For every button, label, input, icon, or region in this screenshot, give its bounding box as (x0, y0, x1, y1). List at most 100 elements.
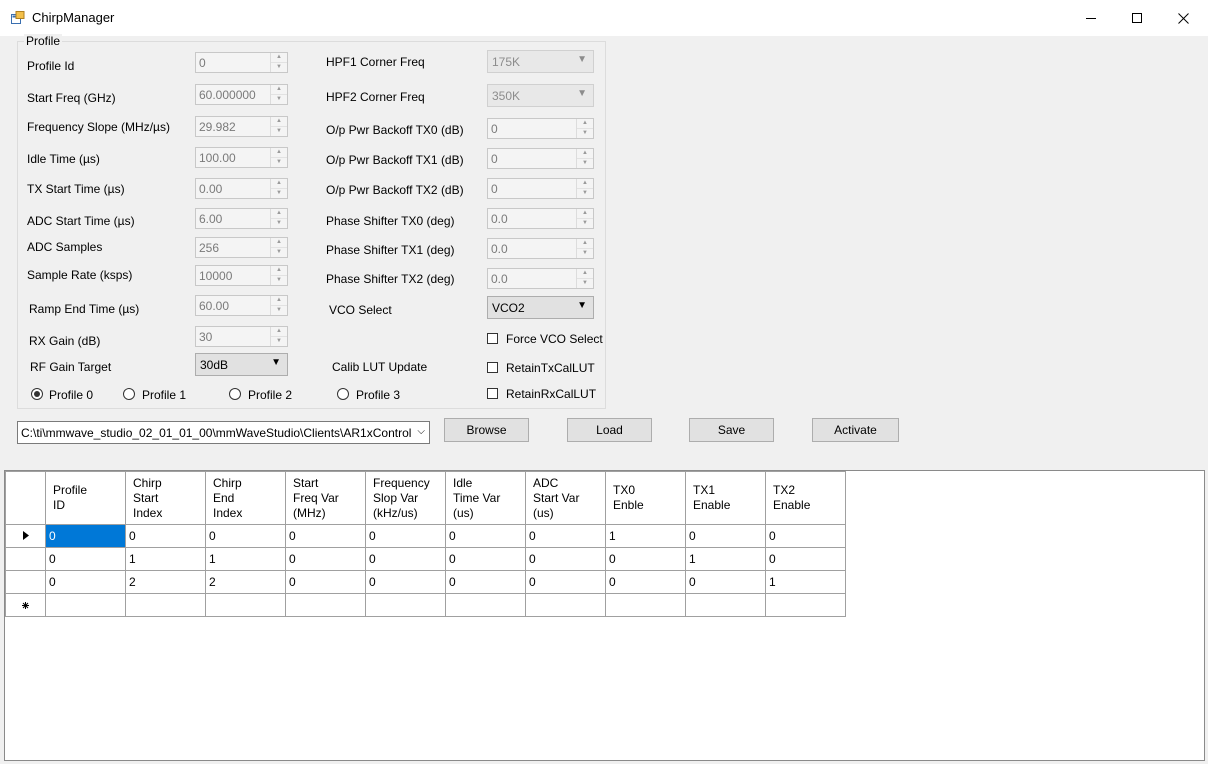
spin-buttons[interactable]: ▲ ▼ (270, 327, 287, 346)
maximize-button[interactable] (1114, 0, 1160, 36)
spin-buttons[interactable]: ▲ ▼ (270, 53, 287, 72)
table-cell[interactable]: 0 (365, 570, 446, 594)
spin-buttons[interactable]: ▲ ▼ (576, 149, 593, 168)
table-cell[interactable]: 1 (125, 547, 206, 571)
table-cell[interactable] (685, 593, 766, 617)
spin-buttons[interactable]: ▲ ▼ (576, 209, 593, 228)
spin-buttons[interactable]: ▲ ▼ (270, 266, 287, 285)
column-header[interactable]: TX1 Enable (685, 471, 766, 525)
spin-buttons[interactable]: ▲ ▼ (270, 209, 287, 228)
table-cell[interactable]: 0 (365, 547, 446, 571)
row-header-corner[interactable] (5, 471, 46, 525)
row-header[interactable] (5, 570, 46, 594)
table-cell[interactable] (605, 593, 686, 617)
save-button[interactable]: Save (689, 418, 774, 442)
minimize-button[interactable] (1068, 0, 1114, 36)
table-cell[interactable]: 0 (445, 547, 526, 571)
table-cell[interactable]: 0 (605, 570, 686, 594)
column-header[interactable]: Chirp End Index (205, 471, 286, 525)
table-cell[interactable]: 2 (125, 570, 206, 594)
rf-gain-target-select[interactable]: 30dB ▼ (195, 353, 288, 376)
column-header[interactable]: Start Freq Var (MHz) (285, 471, 366, 525)
table-cell[interactable]: 0 (45, 524, 126, 548)
hpf2-select[interactable]: 350K ▼ (487, 84, 594, 107)
table-row[interactable]: 0 0 0 0 0 0 0 1 0 0 (5, 524, 846, 548)
profile-1-radio[interactable] (123, 388, 135, 400)
table-cell[interactable]: 0 (765, 547, 846, 571)
table-cell[interactable]: 0 (125, 524, 206, 548)
spin-buttons[interactable]: ▲ ▼ (270, 148, 287, 167)
profile-2-radio[interactable] (229, 388, 241, 400)
table-cell[interactable] (125, 593, 206, 617)
column-header[interactable]: Profile ID (45, 471, 126, 525)
spin-buttons[interactable]: ▲ ▼ (270, 179, 287, 198)
vco-select[interactable]: VCO2 ▼ (487, 296, 594, 319)
table-cell[interactable]: 0 (765, 524, 846, 548)
table-cell[interactable]: 0 (205, 524, 286, 548)
table-cell[interactable]: 0 (445, 570, 526, 594)
table-cell[interactable] (445, 593, 526, 617)
sample-rate-input[interactable]: 10000 ▲ ▼ (195, 265, 288, 286)
current-row-icon[interactable] (5, 524, 46, 548)
spin-buttons[interactable]: ▲ ▼ (270, 117, 287, 136)
table-cell[interactable]: 0 (365, 524, 446, 548)
spin-buttons[interactable]: ▲ ▼ (576, 269, 593, 288)
browse-button[interactable]: Browse (444, 418, 529, 442)
hpf1-select[interactable]: 175K ▼ (487, 50, 594, 73)
freq-slope-input[interactable]: 29.982 ▲ ▼ (195, 116, 288, 137)
profile-3-radio[interactable] (337, 388, 349, 400)
table-cell[interactable]: 0 (525, 570, 606, 594)
retain-rx-cal-checkbox[interactable] (487, 388, 498, 399)
row-header[interactable] (5, 547, 46, 571)
table-cell[interactable] (365, 593, 446, 617)
phase-shifter-tx0-input[interactable]: 0.0 ▲ ▼ (487, 208, 594, 229)
spin-buttons[interactable]: ▲ ▼ (270, 85, 287, 104)
ramp-end-time-input[interactable]: 60.00 ▲ ▼ (195, 295, 288, 316)
config-path-select[interactable]: C:\ti\mmwave_studio_02_01_01_00\mmWaveSt… (17, 421, 430, 444)
column-header[interactable]: Chirp Start Index (125, 471, 206, 525)
phase-shifter-tx1-input[interactable]: 0.0 ▲ ▼ (487, 238, 594, 259)
close-button[interactable] (1160, 0, 1206, 36)
table-cell[interactable] (765, 593, 846, 617)
pwr-backoff-tx1-input[interactable]: 0 ▲ ▼ (487, 148, 594, 169)
table-cell[interactable]: 0 (285, 547, 366, 571)
phase-shifter-tx2-input[interactable]: 0.0 ▲ ▼ (487, 268, 594, 289)
profile-id-input[interactable]: 0 ▲ ▼ (195, 52, 288, 73)
pwr-backoff-tx0-input[interactable]: 0 ▲ ▼ (487, 118, 594, 139)
table-row[interactable]: 0 2 2 0 0 0 0 0 0 1 (5, 570, 846, 594)
adc-start-time-input[interactable]: 6.00 ▲ ▼ (195, 208, 288, 229)
table-cell[interactable]: 1 (605, 524, 686, 548)
table-cell[interactable]: 0 (285, 524, 366, 548)
profile-0-radio[interactable] (31, 388, 43, 400)
table-cell[interactable]: 1 (205, 547, 286, 571)
activate-button[interactable]: Activate (812, 418, 899, 442)
pwr-backoff-tx2-input[interactable]: 0 ▲ ▼ (487, 178, 594, 199)
table-cell[interactable]: 2 (205, 570, 286, 594)
load-button[interactable]: Load (567, 418, 652, 442)
spin-buttons[interactable]: ▲ ▼ (270, 296, 287, 315)
column-header[interactable]: TX0 Enble (605, 471, 686, 525)
spin-buttons[interactable]: ▲ ▼ (576, 119, 593, 138)
column-header[interactable]: Idle Time Var (us) (445, 471, 526, 525)
table-cell[interactable]: 0 (445, 524, 526, 548)
new-row[interactable] (5, 593, 846, 617)
table-cell[interactable]: 0 (45, 570, 126, 594)
idle-time-input[interactable]: 100.00 ▲ ▼ (195, 147, 288, 168)
force-vco-checkbox[interactable] (487, 333, 498, 344)
new-row-icon[interactable] (5, 593, 46, 617)
table-cell[interactable]: 0 (685, 524, 766, 548)
table-cell[interactable]: 0 (605, 547, 686, 571)
table-cell[interactable] (45, 593, 126, 617)
spin-buttons[interactable]: ▲ ▼ (576, 239, 593, 258)
table-cell[interactable] (205, 593, 286, 617)
table-cell[interactable] (525, 593, 606, 617)
table-cell[interactable] (285, 593, 366, 617)
chirp-table[interactable]: Profile ID Chirp Start Index Chirp End Index … (5, 471, 846, 617)
table-cell[interactable]: 0 (525, 547, 606, 571)
spin-buttons[interactable]: ▲ ▼ (270, 238, 287, 257)
table-cell[interactable]: 1 (685, 547, 766, 571)
adc-samples-input[interactable]: 256 ▲ ▼ (195, 237, 288, 258)
table-cell[interactable]: 0 (525, 524, 606, 548)
retain-tx-cal-checkbox[interactable] (487, 362, 498, 373)
column-header[interactable]: ADC Start Var (us) (525, 471, 606, 525)
